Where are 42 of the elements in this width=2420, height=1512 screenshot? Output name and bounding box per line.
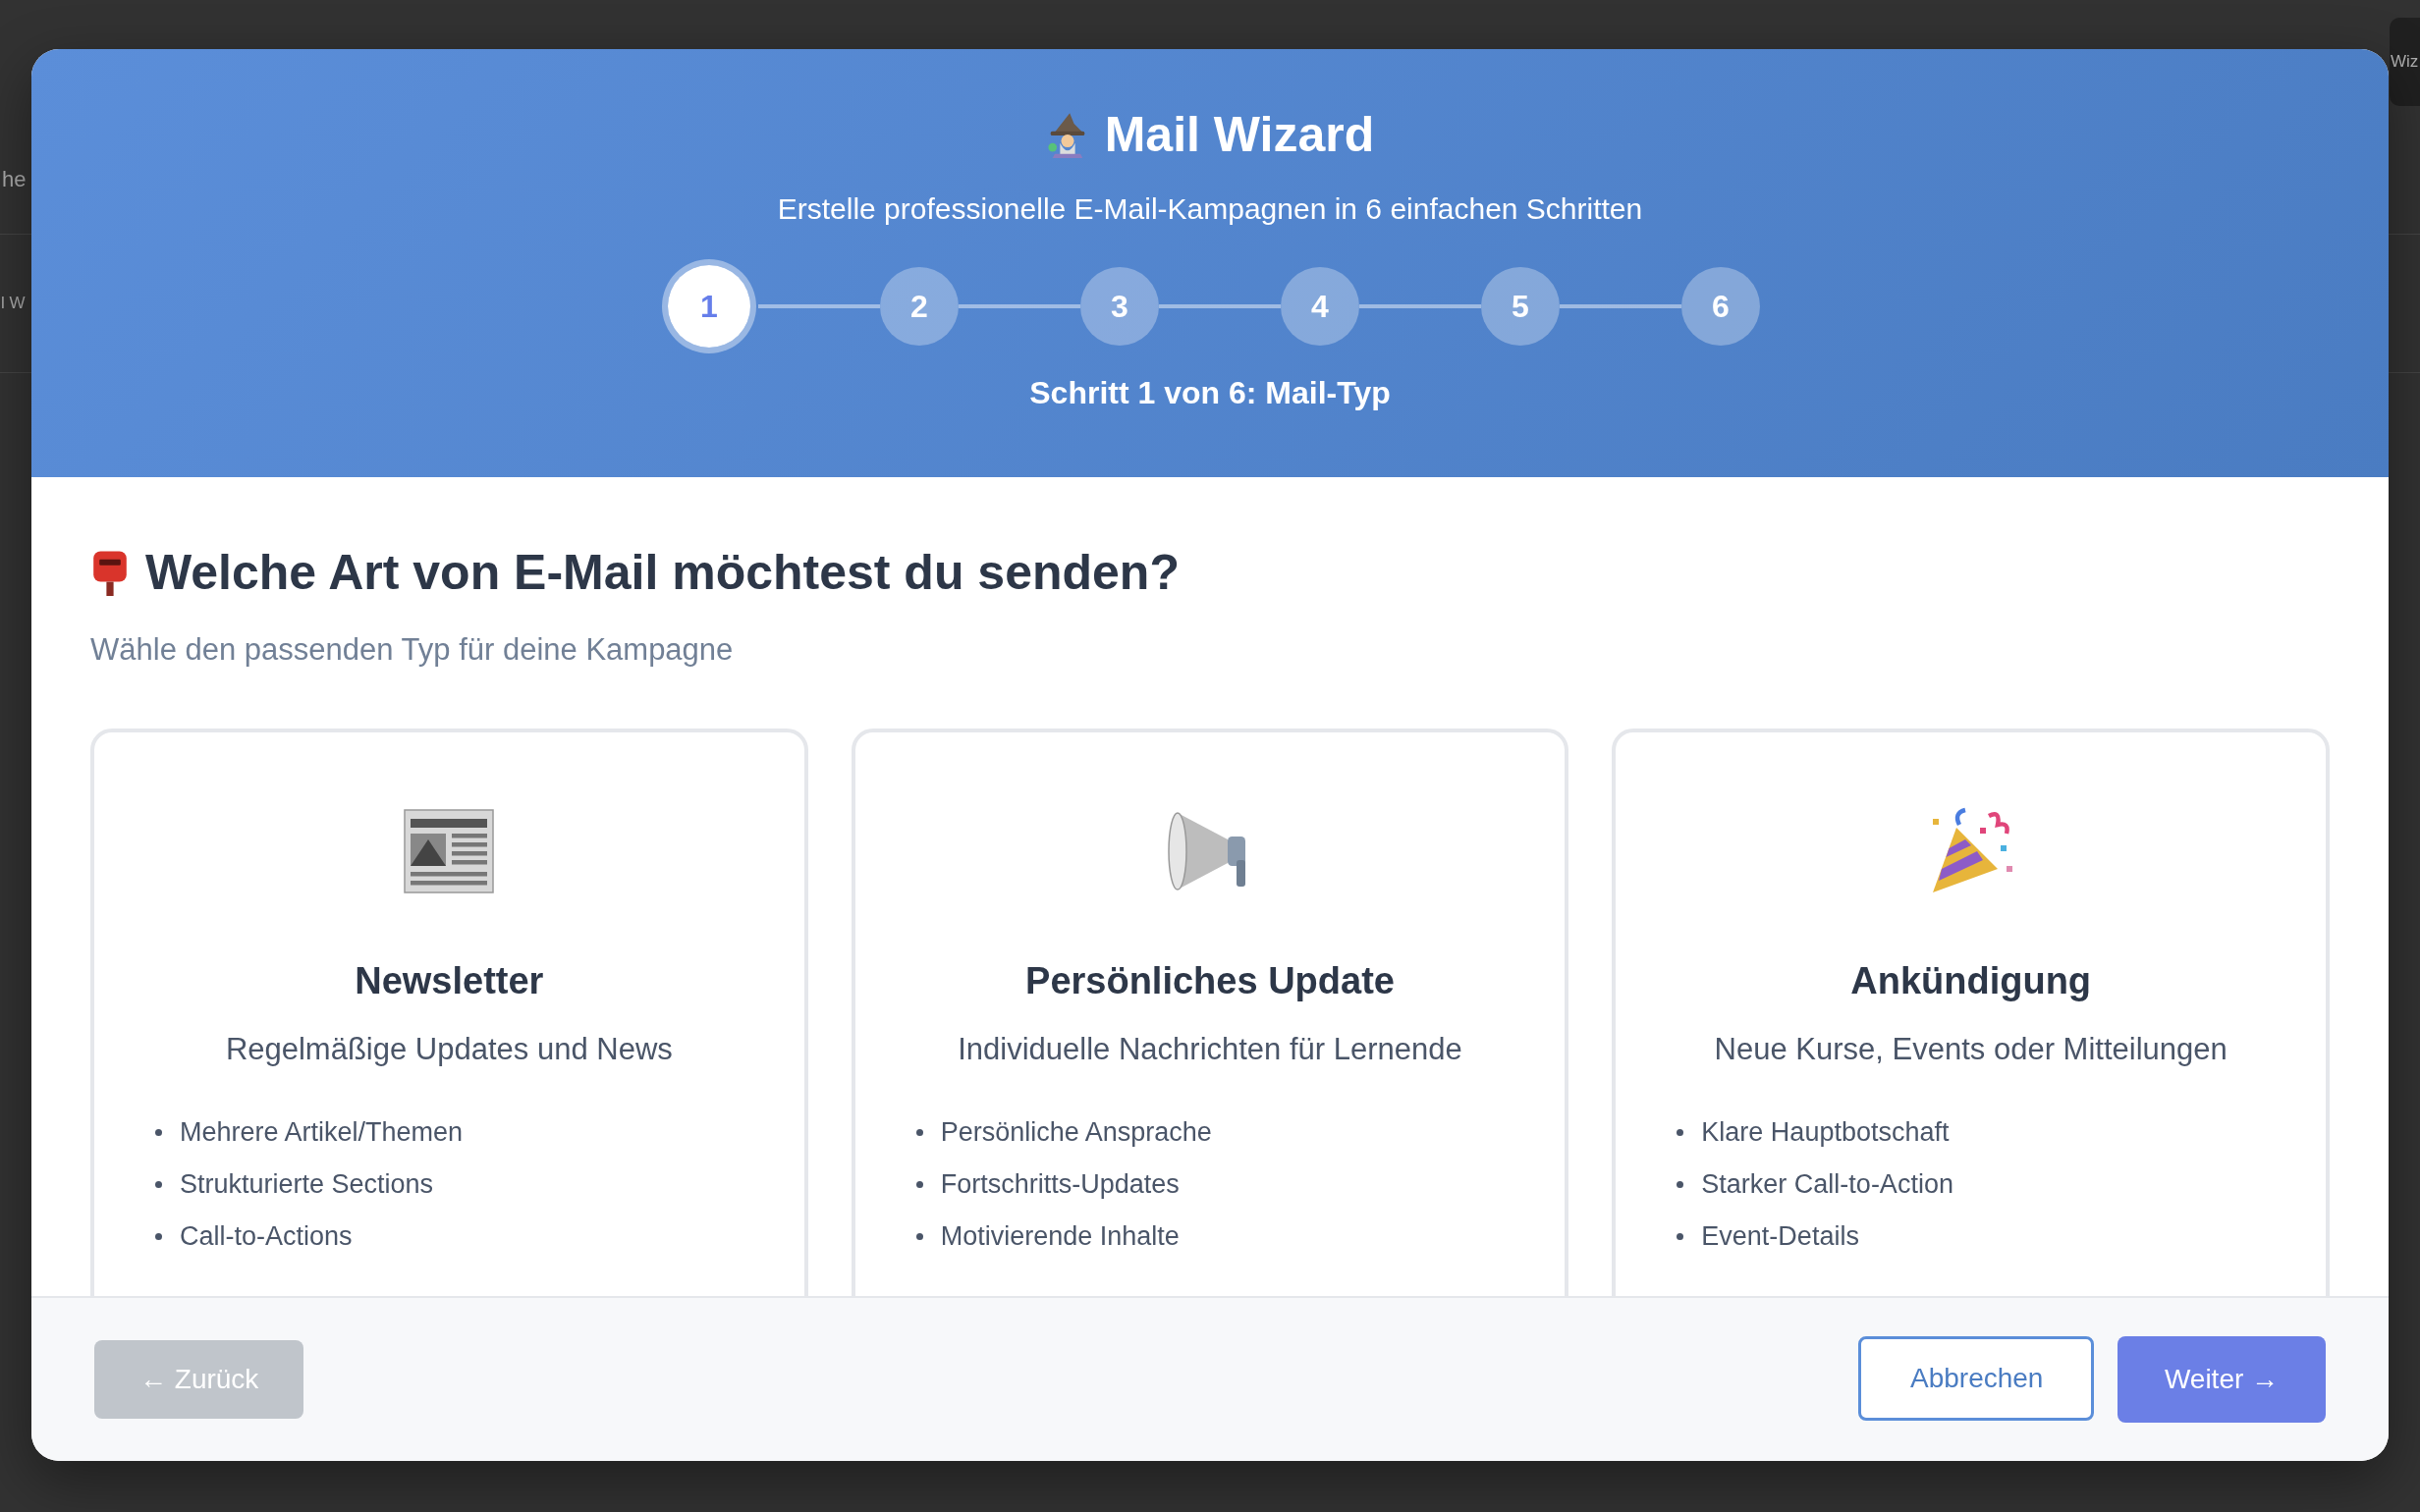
bullet-icon <box>155 1181 162 1188</box>
bullet-icon <box>915 1181 923 1188</box>
card-description: Individuelle Nachrichten für Lernende <box>958 1032 1462 1067</box>
bullet-icon <box>155 1233 162 1240</box>
feature-text: Persönliche Ansprache <box>940 1117 1212 1148</box>
feature-text: Starker Call-to-Action <box>1701 1169 1953 1200</box>
feature-text: Motivierende Inhalte <box>940 1221 1180 1252</box>
feature-text: Klare Hauptbotschaft <box>1701 1117 1950 1148</box>
step-indicator: 4 <box>1281 267 1359 346</box>
bullet-icon <box>1677 1181 1684 1188</box>
header-text: he <box>2 167 27 192</box>
feature-text: Mehrere Artikel/Themen <box>180 1117 464 1148</box>
step-indicator: 3 <box>1080 267 1159 346</box>
cancel-button[interactable]: Abbrechen <box>1858 1336 2094 1421</box>
bullet-icon <box>1677 1129 1684 1136</box>
bullet-icon <box>1677 1233 1684 1240</box>
step-indicator: 1 <box>662 259 756 353</box>
card-title: Ankündigung <box>1850 960 2092 1002</box>
card-description: Regelmäßige Updates und News <box>225 1032 673 1067</box>
newspaper-icon <box>402 807 497 895</box>
feature-text: Call-to-Actions <box>180 1221 353 1252</box>
card-title: Newsletter <box>355 960 544 1002</box>
bullet-icon <box>915 1233 923 1240</box>
next-button[interactable]: Weiter → <box>2118 1336 2326 1423</box>
wizard-button[interactable]: Wiz <box>2390 18 2420 106</box>
step-indicator: 2 <box>880 267 959 346</box>
question-hint: Wähle den passenden Typ für deine Kampagne <box>90 632 735 668</box>
dialog-title: Mail Wizard <box>1104 106 1375 163</box>
dialog-subtitle: Erstelle professionelle E-Mail-Kampagnen in 6 einfachen Schritten <box>777 192 1643 226</box>
mailbox-icon <box>90 549 130 596</box>
question-heading: Welche Art von E-Mail möchtest du senden? <box>145 544 1180 601</box>
tab-label: l W <box>1 294 26 313</box>
card-description: Neue Kurse, Events oder Mitteilungen <box>1714 1032 2228 1067</box>
feature-text: Strukturierte Sections <box>180 1169 434 1200</box>
step-indicator: 5 <box>1481 267 1560 346</box>
feature-text: Fortschritts-Updates <box>940 1169 1180 1200</box>
feature-text: Event-Details <box>1701 1221 1859 1252</box>
bullet-icon <box>155 1129 162 1136</box>
card-title: Persönliches Update <box>1025 960 1395 1002</box>
bullet-icon <box>915 1129 923 1136</box>
step-caption: Schritt 1 von 6: Mail-Typ <box>1029 375 1391 411</box>
step-indicator: 6 <box>1681 267 1760 346</box>
